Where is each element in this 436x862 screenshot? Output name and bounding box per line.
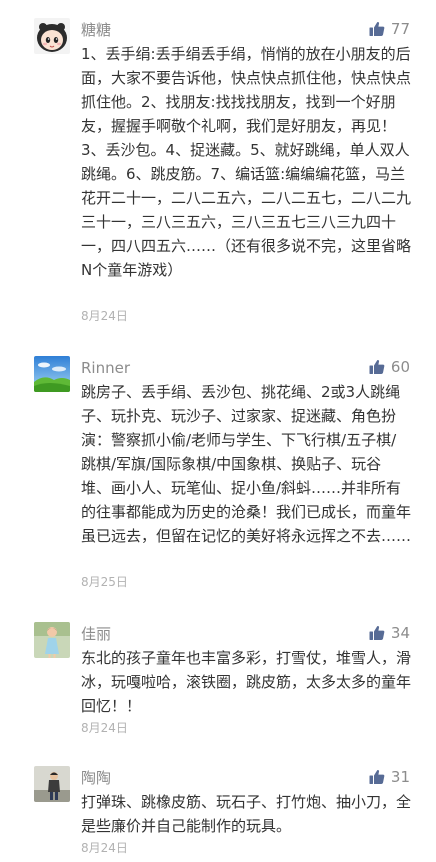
username[interactable]: 佳丽 [81,624,111,644]
comment-date: 8月24日 [81,309,128,323]
child-photo-avatar-icon [34,622,70,658]
avatar[interactable] [34,18,70,54]
username[interactable]: 糖糖 [81,20,111,40]
avatar[interactable] [34,356,70,392]
comment-date: 8月24日 [81,721,128,735]
thumbs-up-icon[interactable] [369,625,385,641]
like-button[interactable]: 77 [369,19,410,39]
thumbs-up-icon[interactable] [369,21,385,37]
thumbs-up-icon[interactable] [369,359,385,375]
comment-text: 跳房子、丢手绢、丢沙包、挑花绳、2或3人跳绳子、玩扑克、玩沙子、过家家、捉迷藏、… [81,383,412,545]
like-button[interactable]: 60 [369,357,410,377]
thumbs-up-icon[interactable] [369,769,385,785]
like-count: 31 [390,768,410,786]
like-button[interactable]: 34 [369,623,410,643]
landscape-avatar-icon [34,356,70,392]
cartoon-girl-avatar-icon [34,18,70,54]
username[interactable]: 陶陶 [81,768,111,788]
comment-date: 8月25日 [81,575,128,589]
avatar[interactable] [34,622,70,658]
comment-text: 打弹珠、跳橡皮筋、玩石子、打竹炮、抽小刀，全是些廉价并自己能制作的玩具。 [81,793,412,835]
avatar[interactable] [34,766,70,802]
username[interactable]: Rinner [81,358,130,378]
like-count: 34 [390,624,410,642]
like-button[interactable]: 31 [369,767,410,787]
comment-text: 1、丢手绢:丢手绢丢手绢，悄悄的放在小朋友的后面，大家不要告诉他，快点快点抓住他… [81,45,412,279]
child-outdoor-avatar-icon [34,766,70,802]
comment-text: 东北的孩子童年也丰富多彩，打雪仗，堆雪人，滑冰，玩嘎啦哈，滚铁圈，跳皮筋，太多太… [81,649,412,715]
like-count: 77 [390,20,410,38]
like-count: 60 [390,358,410,376]
comment-date: 8月24日 [81,841,128,855]
